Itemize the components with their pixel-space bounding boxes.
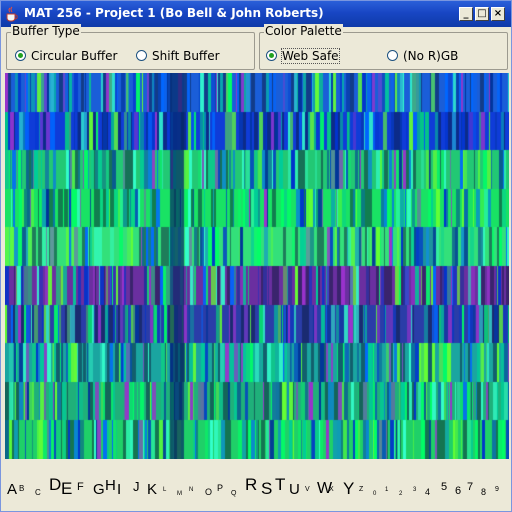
strip-char: F [77,481,84,493]
strip-char: O [205,487,213,497]
strip-char: T [275,475,286,494]
color-palette-legend: Color Palette [264,24,343,38]
radio-web-safe[interactable]: Web Safe [266,48,346,65]
radio-no-r-gb[interactable]: (No R)GB [387,49,477,65]
radio-shift-buffer-label: Shift Buffer [152,49,220,63]
radio-selected-icon [266,50,277,61]
radio-shift-buffer[interactable]: Shift Buffer [136,49,226,65]
strip-char: C [35,488,41,497]
strip-char: 5 [441,481,448,493]
strip-char: X [329,486,334,493]
strip-char: 6 [455,485,462,497]
window-title: MAT 256 - Project 1 (Bo Bell & John Robe… [24,6,324,20]
strip-char: B [19,484,25,493]
java-cup-icon [4,6,20,22]
strip-char: N [189,487,194,493]
radio-web-safe-label: Web Safe [281,48,340,64]
radio-unselected-icon [136,50,147,61]
strip-char: 8 [481,487,487,497]
strip-char: E [61,479,73,498]
buffer-type-group: Buffer Type Circular Buffer Shift Buffer [6,24,255,70]
strip-char: R [245,475,258,494]
radio-circular-buffer[interactable]: Circular Buffer [15,49,125,65]
strip-char: H [105,477,116,494]
strip-char: L [163,487,167,493]
radio-no-r-gb-label: (No R)GB [403,49,459,63]
minimize-button[interactable]: _ [459,7,473,21]
app-window: MAT 256 - Project 1 (Bo Bell & John Robe… [0,0,512,512]
strip-char: 4 [425,487,431,497]
strip-char: 2 [399,491,403,497]
strip-char: Z [359,486,364,493]
strip-char: G [93,481,105,498]
color-palette-group: Color Palette Web Safe (No R)GB [259,24,508,70]
strip-char: P [217,483,224,493]
strip-char: Y [343,479,355,498]
strip-char: M [177,491,182,497]
strip-char: 3 [413,487,417,493]
strip-char: U [289,481,300,498]
strip-char: V [305,486,310,493]
strip-char: I [117,481,122,498]
radio-circular-buffer-label: Circular Buffer [31,49,118,63]
strip-char: S [261,479,273,498]
strip-char: D [49,475,62,494]
buffer-type-legend: Buffer Type [11,24,81,38]
strip-char: K [147,481,158,498]
radio-unselected-icon [387,50,398,61]
audio-visualization-canvas [5,73,509,459]
strip-char: 7 [467,481,474,493]
close-button[interactable]: × [491,7,505,21]
strip-char: 9 [495,486,499,493]
maximize-button[interactable]: □ [475,7,489,21]
strip-char: 1 [385,487,389,493]
radio-selected-icon [15,50,26,61]
strip-char: Q [231,490,237,497]
character-strip: ABCDEFGHIJKLMNOPQRSTUVWXYZ0123456789 [5,471,509,501]
strip-char: J [133,479,140,494]
strip-char: A [7,481,18,498]
strip-char: 0 [373,491,377,497]
